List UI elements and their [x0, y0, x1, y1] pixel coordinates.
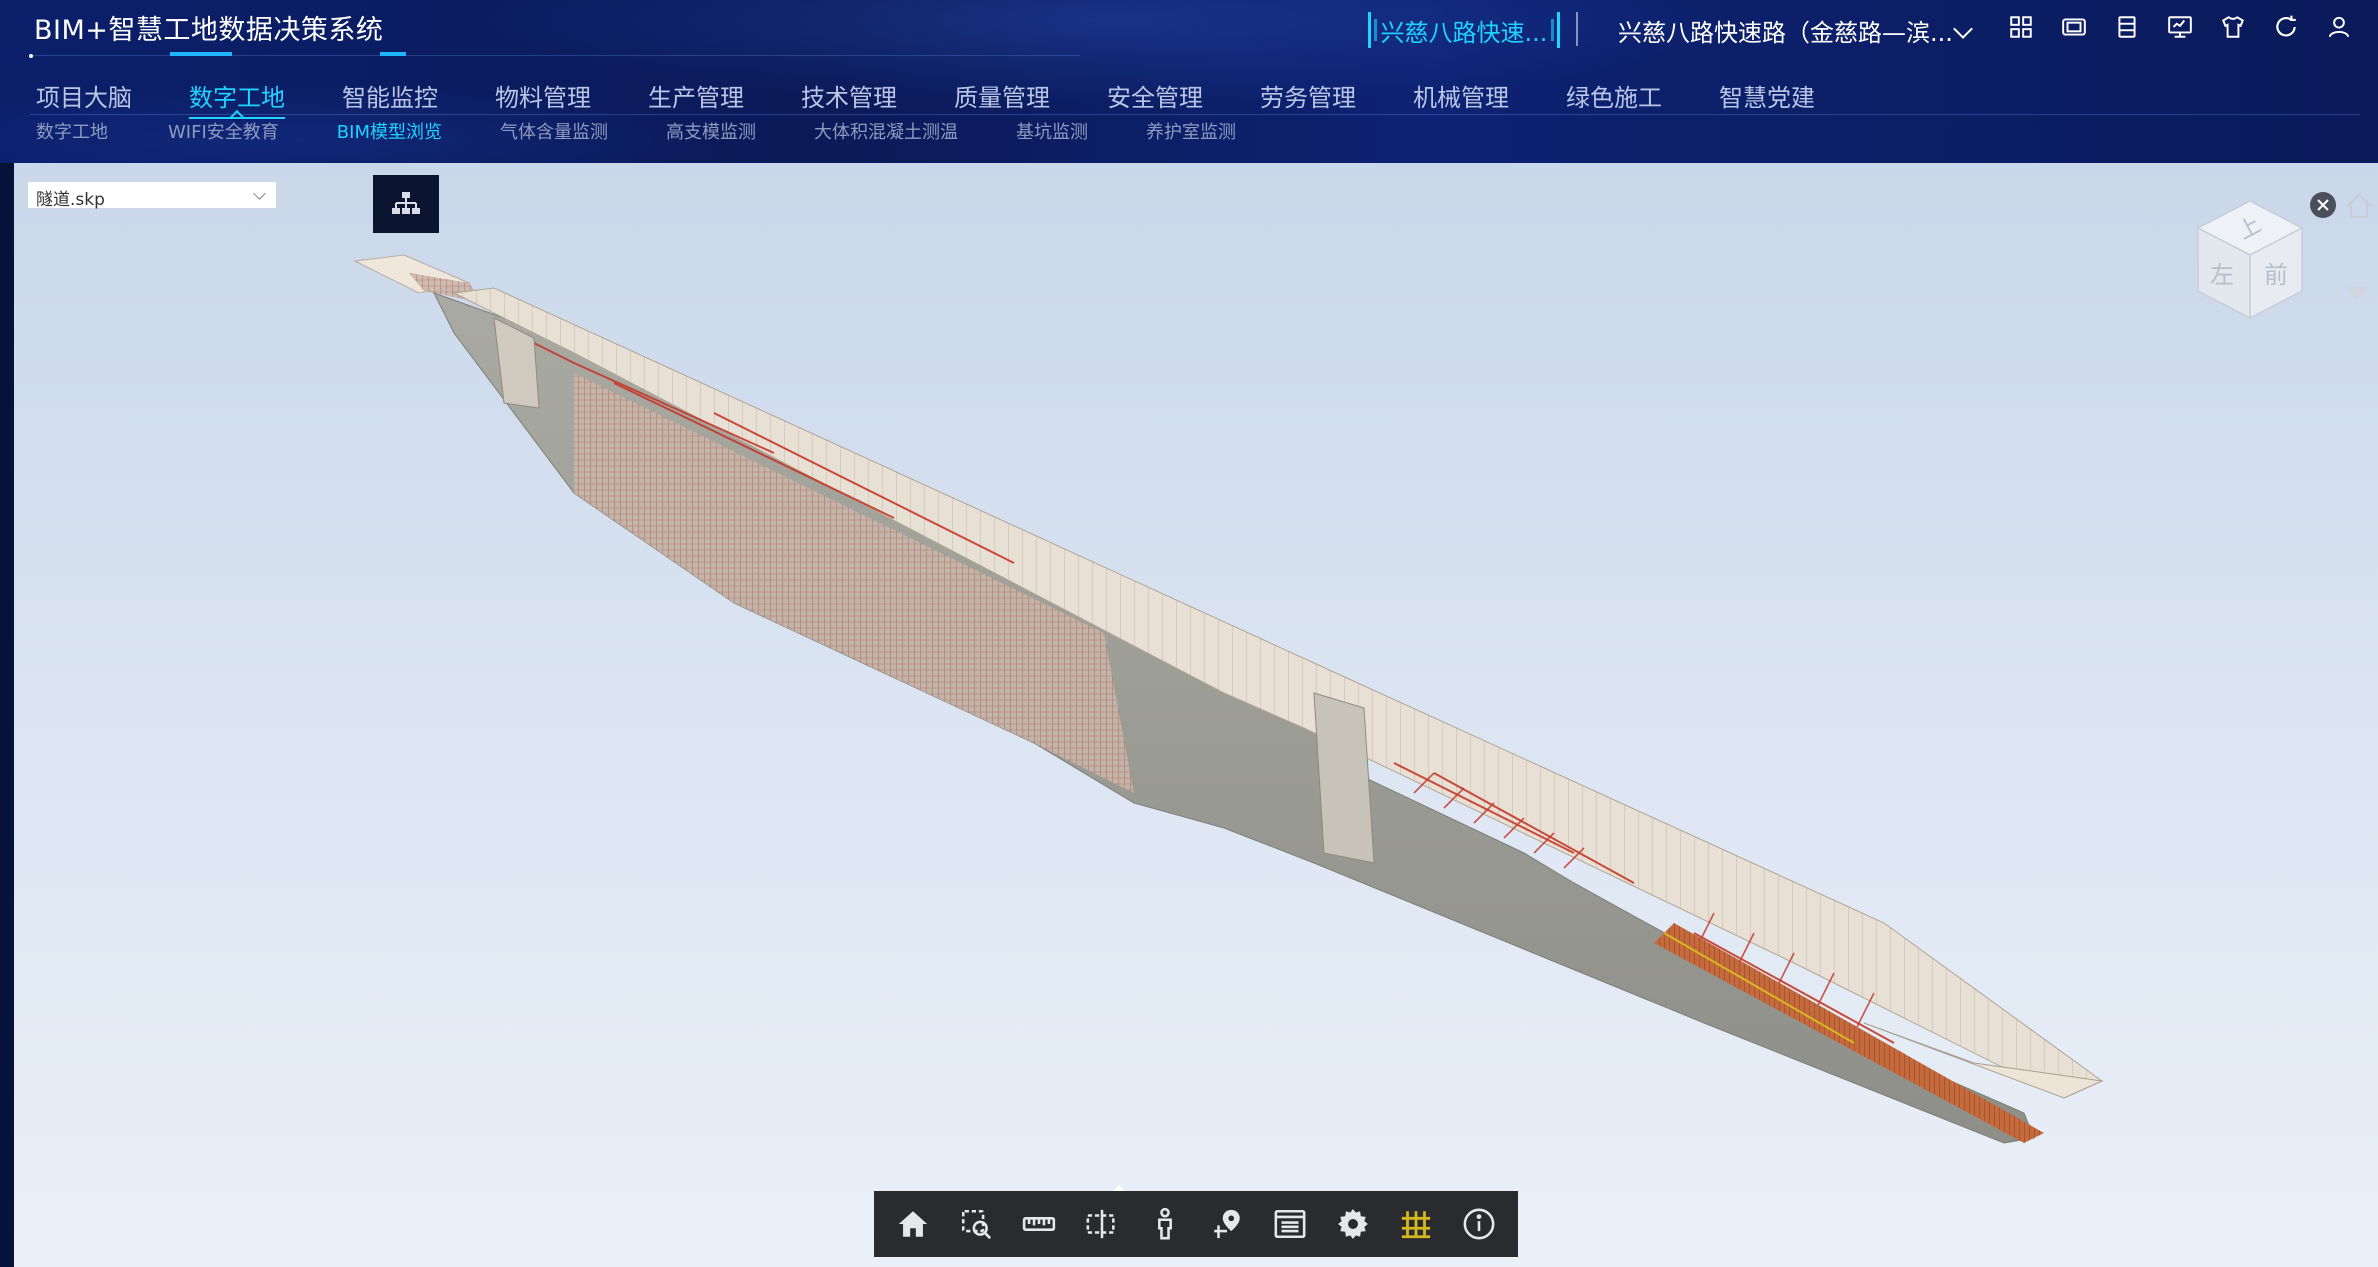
info-icon[interactable] [1456, 1201, 1502, 1247]
tunnel-bim-model[interactable] [14, 163, 2378, 1267]
project-dropdown[interactable]: 兴慈八路快速路（金慈路—滨... [1618, 8, 1978, 52]
subnav-item-curing-room-monitoring[interactable]: 养护室监测 [1146, 118, 1236, 144]
home-icon[interactable] [890, 1201, 936, 1247]
settings-gear-icon[interactable] [1330, 1201, 1376, 1247]
nav-item-project-brain[interactable]: 项目大脑 [36, 78, 132, 113]
tunnel-top-deck [452, 287, 2103, 1099]
title-divider-dot [29, 54, 33, 58]
subnav-item-wifi-safety-education[interactable]: WIFI安全教育 [168, 118, 279, 144]
properties-list-icon[interactable] [1267, 1201, 1313, 1247]
bim-toolbar [874, 1185, 1518, 1257]
measure-icon[interactable] [1016, 1201, 1062, 1247]
nav-divider [30, 114, 2360, 115]
chevron-down-icon[interactable] [2344, 285, 2370, 305]
app-title: BIM+智慧工地数据决策系统 [34, 15, 384, 46]
nav-item-technology[interactable]: 技术管理 [801, 78, 897, 113]
walk-person-icon[interactable] [1142, 1201, 1188, 1247]
chevron-down-icon [1953, 19, 1973, 39]
nav-item-party-building[interactable]: 智慧党建 [1719, 78, 1815, 113]
header-toolbar [2002, 10, 2358, 44]
zoom-box-icon[interactable] [953, 1201, 999, 1247]
user-icon[interactable] [2320, 10, 2358, 44]
hierarchy-icon [392, 192, 420, 214]
nav-item-green-construction[interactable]: 绿色施工 [1566, 78, 1662, 113]
refresh-icon[interactable] [2267, 10, 2305, 44]
model-file-select[interactable]: 隧道.skp [27, 181, 277, 210]
subnav-item-foundation-pit-monitoring[interactable]: 基坑监测 [1016, 118, 1088, 144]
list-icon[interactable] [2108, 10, 2146, 44]
monitor-icon[interactable] [2161, 10, 2199, 44]
cube-face-front: 前 [2264, 261, 2288, 289]
subnav-item-high-formwork-monitoring[interactable]: 高支模监测 [666, 118, 756, 144]
shirt-icon[interactable] [2214, 10, 2252, 44]
nav-item-digital-site[interactable]: 数字工地 [189, 78, 285, 119]
model-structure-icon[interactable] [1393, 1201, 1439, 1247]
current-project-label: 兴慈八路快速... [1380, 18, 1548, 47]
close-icon[interactable] [2310, 192, 2336, 218]
nav-item-material[interactable]: 物料管理 [495, 78, 591, 113]
view-cube[interactable]: 上 左 前 [2190, 193, 2310, 328]
cube-face-left: 左 [2210, 261, 2234, 289]
sub-nav: 数字工地 WIFI安全教育 BIM模型浏览 气体含量监测 高支模监测 大体积混凝… [36, 118, 1236, 144]
nav-item-labor[interactable]: 劳务管理 [1260, 78, 1356, 113]
nav-item-machinery[interactable]: 机械管理 [1413, 78, 1509, 113]
bim-viewport[interactable]: 隧道.skp 上 左 前 [14, 163, 2378, 1267]
location-pin-icon[interactable] [1204, 1201, 1250, 1247]
retaining-pier [1313, 692, 1375, 864]
grid-icon[interactable] [2002, 10, 2040, 44]
title-accent-bar-small [380, 52, 406, 56]
subnav-item-gas-monitoring[interactable]: 气体含量监测 [500, 118, 608, 144]
header-separator [1576, 12, 1578, 46]
subnav-item-mass-concrete-temperature[interactable]: 大体积混凝土测温 [814, 118, 958, 144]
subnav-item-bim-model-browse[interactable]: BIM模型浏览 [337, 118, 442, 144]
screen-icon[interactable] [2055, 10, 2093, 44]
chevron-down-icon [253, 187, 266, 200]
project-dropdown-value: 兴慈八路快速路（金慈路—滨... [1618, 18, 1953, 47]
title-accent-bar [170, 52, 232, 56]
nav-item-safety[interactable]: 安全管理 [1107, 78, 1203, 113]
nav-item-quality[interactable]: 质量管理 [954, 78, 1050, 113]
section-box-icon[interactable] [1079, 1201, 1125, 1247]
main-nav: 项目大脑 数字工地 智能监控 物料管理 生产管理 技术管理 质量管理 安全管理 … [36, 78, 1872, 119]
nav-item-production[interactable]: 生产管理 [648, 78, 744, 113]
top-header: BIM+智慧工地数据决策系统 兴慈八路快速... 兴慈八路快速路（金慈路—滨..… [0, 0, 2378, 163]
nav-item-smart-monitoring[interactable]: 智能监控 [342, 78, 438, 113]
caret-up-icon [1114, 1185, 1124, 1191]
home-view-icon[interactable] [2344, 192, 2374, 220]
model-tree-button[interactable] [373, 175, 439, 233]
model-file-value: 隧道.skp [36, 190, 105, 210]
subnav-item-digital-site[interactable]: 数字工地 [36, 118, 108, 144]
left-edge-strip [0, 163, 14, 1267]
current-project-tag[interactable]: 兴慈八路快速... [1366, 8, 1562, 52]
